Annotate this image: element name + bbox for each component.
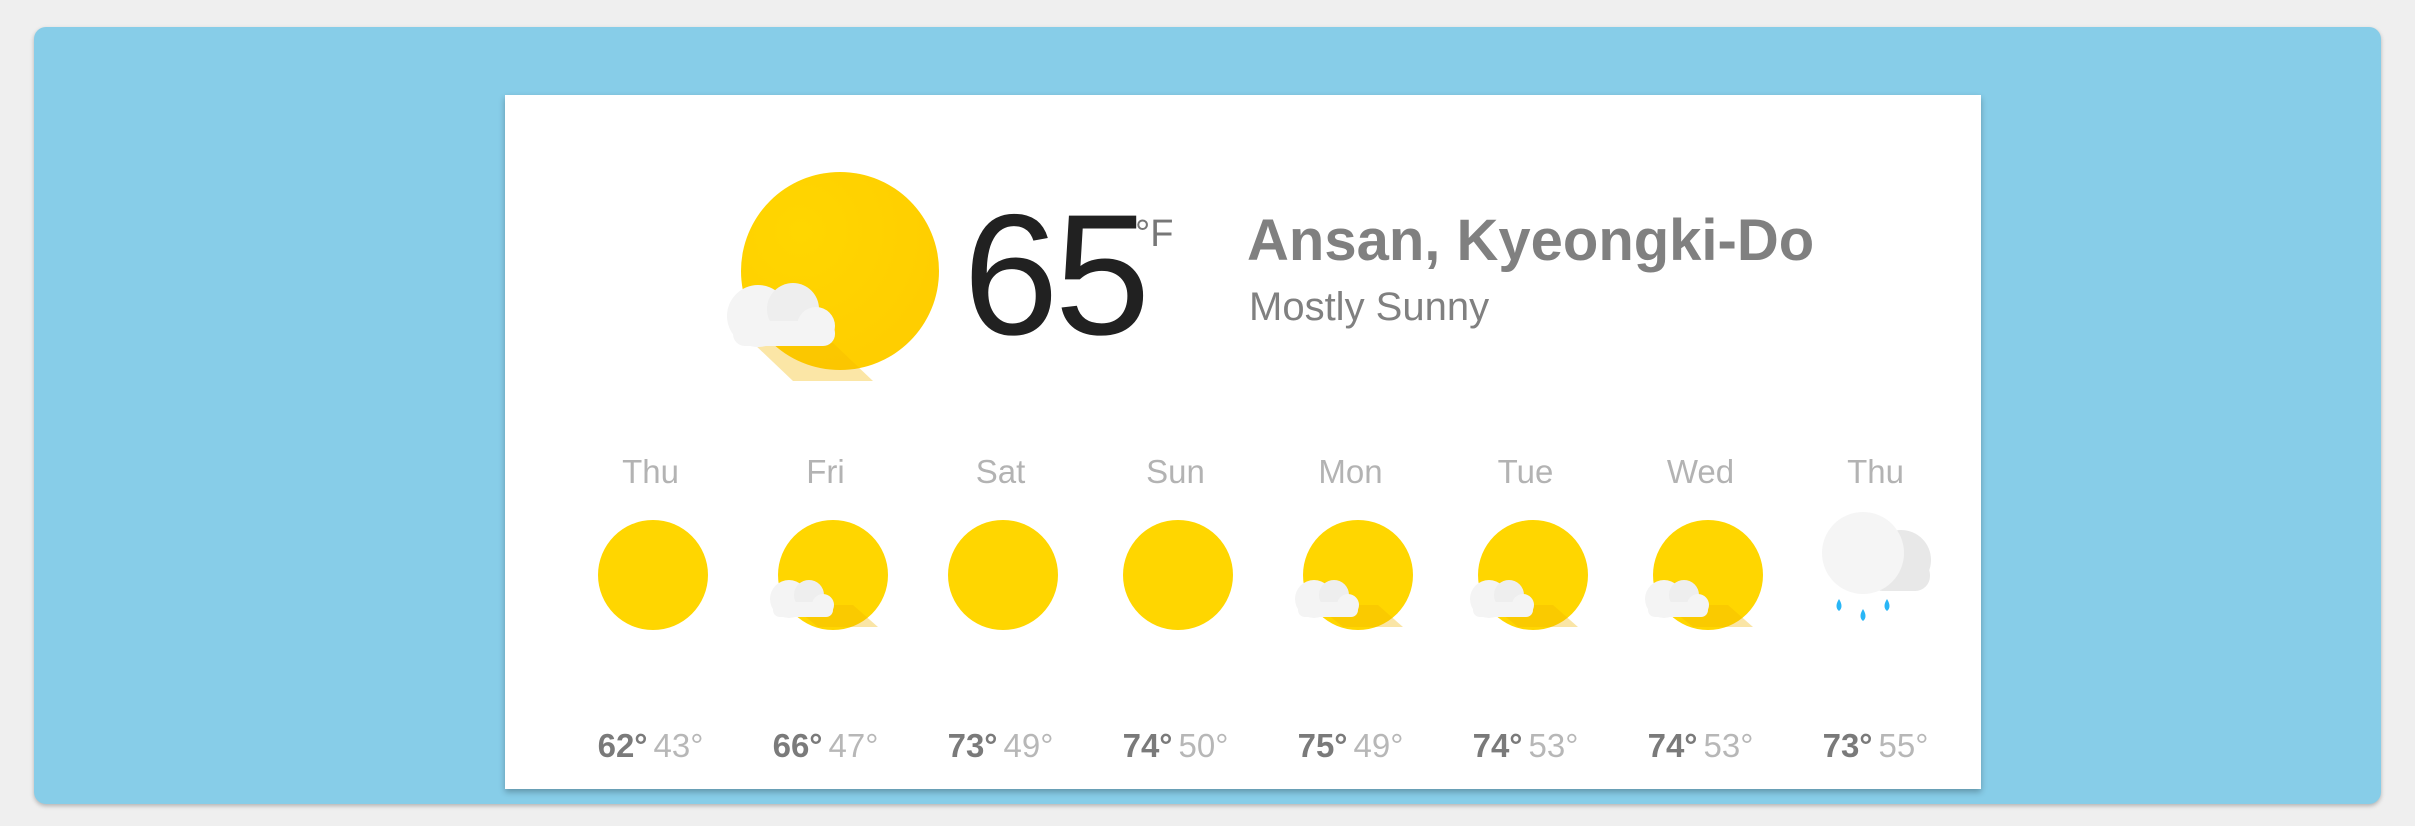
forecast-day-name: Sun (1146, 453, 1205, 490)
forecast-day-name: Tue (1497, 453, 1554, 490)
forecast-day-name: Sat (975, 453, 1026, 490)
mostly-sunny-icon (727, 172, 939, 381)
high-temperature: 74° (1122, 727, 1173, 764)
forecast-temperatures: 74° 53° (1613, 727, 1788, 765)
forecast-row: Thu 62° 43° Fri 66° 47° Sat 73° 49° Sun 74° 50° Mon 7… (563, 453, 1963, 773)
mostly-sunny-icon (1470, 520, 1588, 630)
high-temperature: 74° (1647, 727, 1698, 764)
forecast-day-name: Thu (622, 453, 679, 490)
forecast-day-name: Fri (806, 453, 845, 490)
low-temperature: 50° (1178, 727, 1229, 764)
forecast-temperatures: 66° 47° (738, 727, 913, 765)
forecast-day[interactable]: Tue 74° 53° (1438, 453, 1613, 773)
high-temperature: 66° (772, 727, 823, 764)
high-temperature: 73° (947, 727, 998, 764)
forecast-day-name: Wed (1666, 453, 1735, 490)
mostly-sunny-icon (1645, 520, 1763, 630)
location-name: Ansan, Kyeongki-Do (1247, 208, 1815, 273)
current-temperature: 65 (963, 179, 1150, 371)
mostly-sunny-icon (1295, 520, 1413, 630)
mostly-sunny-icon (770, 520, 888, 630)
forecast-day[interactable]: Fri 66° 47° (738, 453, 913, 773)
forecast-temperatures: 62° 43° (563, 727, 738, 765)
sunny-icon (948, 520, 1058, 630)
forecast-temperatures: 73° 55° (1788, 727, 1963, 765)
weather-card: 65 °F Ansan, Kyeongki-Do Mostly Sunny Th… (505, 95, 1981, 789)
forecast-day-name: Thu (1847, 453, 1904, 490)
low-temperature: 43° (653, 727, 704, 764)
low-temperature: 49° (1003, 727, 1054, 764)
low-temperature: 53° (1703, 727, 1754, 764)
forecast-day[interactable]: Sat 73° 49° (913, 453, 1088, 773)
high-temperature: 73° (1822, 727, 1873, 764)
low-temperature: 49° (1353, 727, 1404, 764)
low-temperature: 53° (1528, 727, 1579, 764)
forecast-day[interactable]: Thu 62° 43° (563, 453, 738, 773)
forecast-temperatures: 74° 53° (1438, 727, 1613, 765)
forecast-day[interactable]: Mon 75° 49° (1263, 453, 1438, 773)
forecast-day-name: Mon (1318, 453, 1383, 490)
forecast-temperatures: 73° 49° (913, 727, 1088, 765)
current-condition: Mostly Sunny (1249, 285, 1490, 329)
sunny-icon (598, 520, 708, 630)
high-temperature: 75° (1297, 727, 1348, 764)
forecast-day[interactable]: Sun 74° 50° (1088, 453, 1263, 773)
forecast-temperatures: 74° 50° (1088, 727, 1263, 765)
forecast-day[interactable]: Thu 73° 55° (1788, 453, 1963, 773)
temperature-unit-toggle[interactable]: °F (1135, 213, 1173, 256)
sunny-icon (1123, 520, 1233, 630)
rain-icon (1822, 512, 1931, 621)
forecast-temperatures: 75° 49° (1263, 727, 1438, 765)
forecast-day[interactable]: Wed 74° 53° (1613, 453, 1788, 773)
high-temperature: 62° (597, 727, 648, 764)
widget-background: 65 °F Ansan, Kyeongki-Do Mostly Sunny Th… (34, 27, 2381, 804)
low-temperature: 47° (828, 727, 879, 764)
high-temperature: 74° (1472, 727, 1523, 764)
low-temperature: 55° (1878, 727, 1929, 764)
